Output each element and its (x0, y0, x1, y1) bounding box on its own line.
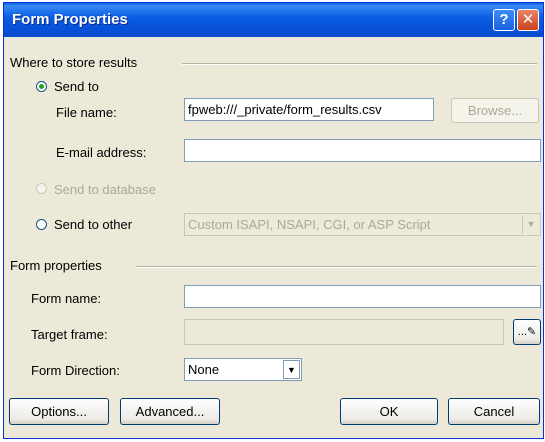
form-direction-select[interactable]: None ▼ (184, 358, 302, 381)
send-to-other-label: Send to other (54, 217, 133, 232)
browse-button[interactable]: Browse... (451, 98, 539, 123)
close-button[interactable]: ✕ (517, 9, 539, 31)
send-to-label: Send to (54, 79, 99, 94)
title-bar: Form Properties ? ✕ (4, 3, 543, 37)
send-to-other-radio[interactable] (36, 219, 47, 230)
target-frame-input (184, 319, 504, 345)
file-name-label: File name: (56, 105, 117, 120)
send-to-database-label: Send to database (54, 182, 156, 197)
target-frame-pencil-button[interactable]: ...✎ (513, 319, 541, 345)
props-group-label: Form properties (10, 258, 102, 273)
cancel-button[interactable]: Cancel (448, 398, 540, 425)
store-group-label: Where to store results (10, 55, 138, 70)
options-button[interactable]: Options... (9, 398, 109, 425)
pencil-icon: ...✎ (517, 326, 537, 338)
form-name-input[interactable] (184, 285, 541, 308)
form-direction-label: Form Direction: (31, 363, 120, 378)
send-to-database-radio (36, 183, 47, 194)
file-name-input[interactable]: fpweb:///_private/form_results.csv (184, 98, 434, 121)
chevron-down-icon: ▼ (522, 215, 539, 234)
form-name-label: Form name: (31, 291, 102, 306)
help-button[interactable]: ? (493, 9, 515, 31)
chevron-down-icon: ▼ (283, 360, 300, 379)
send-to-other-dropdown: Custom ISAPI, NSAPI, CGI, or ASP Script … (184, 213, 541, 236)
email-label: E-mail address: (56, 145, 147, 160)
dialog-title: Form Properties (12, 11, 128, 28)
send-to-other-value: Custom ISAPI, NSAPI, CGI, or ASP Script (188, 217, 431, 232)
props-group-divider (136, 266, 537, 268)
ok-button[interactable]: OK (340, 398, 438, 425)
advanced-button[interactable]: Advanced... (120, 398, 220, 425)
send-to-radio[interactable] (36, 81, 47, 92)
target-frame-label: Target frame: (31, 327, 108, 342)
form-direction-value: None (188, 362, 220, 377)
store-group-divider (182, 63, 537, 65)
form-properties-dialog: Form Properties ? ✕ Where to store resul… (3, 2, 544, 439)
email-input[interactable] (184, 139, 541, 162)
